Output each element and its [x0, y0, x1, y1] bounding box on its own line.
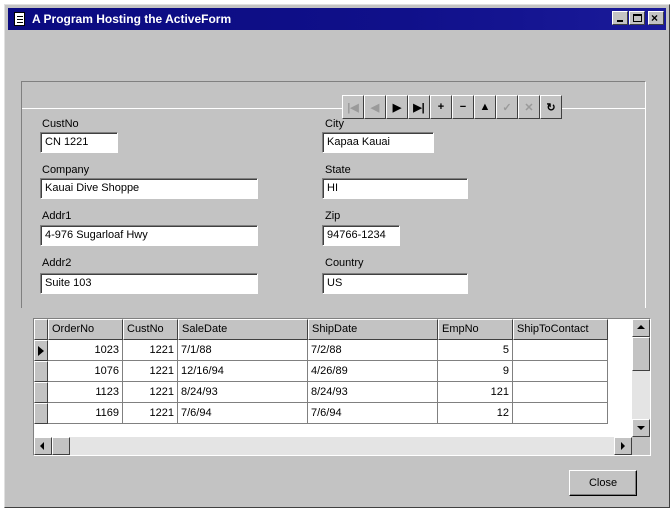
grid-header-row: OrderNo CustNo SaleDate ShipDate EmpNo ShipTo… — [34, 319, 608, 340]
title-bar[interactable]: A Program Hosting the ActiveForm × — [8, 8, 666, 30]
table-cell[interactable]: 1221 — [123, 403, 178, 424]
column-header[interactable]: CustNo — [123, 319, 178, 340]
addr2-label: Addr2 — [42, 257, 72, 269]
table-cell[interactable]: 7/6/94 — [178, 403, 308, 424]
table-row[interactable]: 1023 1221 7/1/88 7/2/88 5 — [34, 340, 608, 361]
close-button[interactable]: Close — [569, 470, 637, 496]
horizontal-scroll-thumb[interactable] — [52, 437, 70, 455]
vertical-scrollbar[interactable] — [632, 319, 650, 437]
close-window-button[interactable]: × — [648, 11, 664, 25]
column-header[interactable]: ShipToContact — [513, 319, 608, 340]
scroll-right-button[interactable] — [614, 437, 632, 455]
caption-buttons: × — [611, 11, 664, 25]
scroll-down-button[interactable] — [632, 419, 650, 437]
row-indicator[interactable] — [34, 382, 48, 403]
orders-grid[interactable]: OrderNo CustNo SaleDate ShipDate EmpNo ShipTo… — [33, 318, 651, 456]
table-cell[interactable]: 121 — [438, 382, 513, 403]
current-row-icon — [38, 346, 44, 356]
state-label: State — [325, 164, 351, 176]
horizontal-scrollbar[interactable] — [34, 437, 632, 455]
table-cell[interactable]: 1221 — [123, 382, 178, 403]
window-title: A Program Hosting the ActiveForm — [32, 12, 232, 26]
table-row[interactable]: 1076 1221 12/16/94 4/26/89 9 — [34, 361, 608, 382]
table-cell[interactable] — [513, 382, 608, 403]
table-cell[interactable]: 12 — [438, 403, 513, 424]
arrow-up-icon — [637, 325, 645, 329]
minimize-icon — [617, 20, 623, 22]
scroll-left-button[interactable] — [34, 437, 52, 455]
maximize-icon — [633, 14, 642, 22]
zip-label: Zip — [325, 210, 341, 222]
addr1-field[interactable]: 4-976 Sugarloaf Hwy — [40, 225, 258, 246]
table-cell[interactable]: 12/16/94 — [178, 361, 308, 382]
table-cell[interactable]: 4/26/89 — [308, 361, 438, 382]
table-cell[interactable]: 8/24/93 — [178, 382, 308, 403]
table-cell[interactable]: 9 — [438, 361, 513, 382]
column-header[interactable]: ShipDate — [308, 319, 438, 340]
table-cell[interactable]: 1076 — [48, 361, 123, 382]
grid-content: OrderNo CustNo SaleDate ShipDate EmpNo ShipTo… — [34, 319, 632, 431]
table-cell[interactable]: 8/24/93 — [308, 382, 438, 403]
table-cell[interactable]: 5 — [438, 340, 513, 361]
zip-field[interactable]: 94766-1234 — [322, 225, 400, 246]
arrow-left-icon — [40, 442, 44, 450]
city-field[interactable]: Kapaa Kauai — [322, 132, 434, 153]
close-button-label: Close — [588, 477, 618, 489]
custno-field[interactable]: CN 1221 — [40, 132, 118, 153]
company-field[interactable]: Kauai Dive Shoppe — [40, 178, 258, 199]
header-indicator-cell — [34, 319, 48, 340]
table-cell[interactable] — [513, 361, 608, 382]
row-indicator[interactable] — [34, 361, 48, 382]
table-cell[interactable]: 1169 — [48, 403, 123, 424]
table-cell[interactable]: 1023 — [48, 340, 123, 361]
state-field[interactable]: HI — [322, 178, 468, 199]
table-cell[interactable]: 7/2/88 — [308, 340, 438, 361]
column-header[interactable]: OrderNo — [48, 319, 123, 340]
table-row[interactable]: 1169 1221 7/6/94 7/6/94 12 — [34, 403, 608, 424]
vertical-scroll-thumb[interactable] — [632, 337, 650, 371]
arrow-down-icon — [637, 426, 645, 430]
maximize-button[interactable] — [629, 11, 645, 25]
column-header[interactable]: EmpNo — [438, 319, 513, 340]
table-cell[interactable] — [513, 340, 608, 361]
table-cell[interactable]: 1221 — [123, 361, 178, 382]
table-cell[interactable]: 7/6/94 — [308, 403, 438, 424]
country-label: Country — [325, 257, 364, 269]
table-cell[interactable] — [513, 403, 608, 424]
city-label: City — [325, 118, 344, 130]
column-header[interactable]: SaleDate — [178, 319, 308, 340]
table-cell[interactable]: 1123 — [48, 382, 123, 403]
scroll-up-button[interactable] — [632, 319, 650, 337]
app-icon[interactable] — [12, 11, 28, 27]
row-indicator[interactable] — [34, 403, 48, 424]
country-field[interactable]: US — [322, 273, 468, 294]
table-cell[interactable]: 1221 — [123, 340, 178, 361]
table-cell[interactable]: 7/1/88 — [178, 340, 308, 361]
arrow-right-icon — [621, 442, 625, 450]
addr2-field[interactable]: Suite 103 — [40, 273, 258, 294]
addr1-label: Addr1 — [42, 210, 72, 222]
scroll-corner — [632, 437, 650, 455]
minimize-button[interactable] — [612, 11, 628, 25]
company-label: Company — [42, 164, 90, 176]
row-indicator[interactable] — [34, 340, 48, 361]
close-icon: × — [651, 11, 659, 25]
table-row[interactable]: 1123 1221 8/24/93 8/24/93 121 — [34, 382, 608, 403]
custno-label: CustNo — [42, 118, 79, 130]
